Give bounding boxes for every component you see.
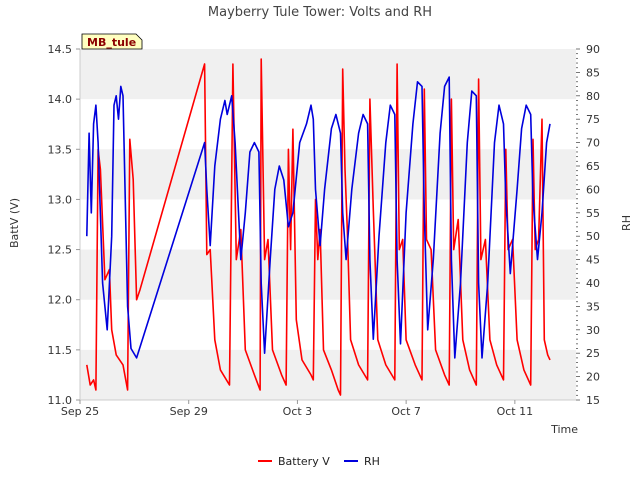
y-left-tick-label: 11.0 — [48, 394, 73, 407]
chart-title: Mayberry Tule Tower: Volts and RH — [208, 5, 432, 20]
legend-label-battery: Battery V — [278, 455, 330, 468]
y-axis-right: 15 20 25 30 35 40 45 50 55 60 65 70 75 80 85 90 — [576, 43, 600, 407]
y-left-tick-label: 12.0 — [48, 294, 73, 307]
x-tick-label: Oct 11 — [497, 405, 534, 418]
y-right-tick-label: 30 — [586, 324, 600, 337]
y-right-tick-label: 65 — [586, 160, 600, 173]
x-tick-label: Sep 29 — [170, 405, 208, 418]
y-right-tick-label: 45 — [586, 254, 600, 267]
y-right-tick-label: 15 — [586, 394, 600, 407]
y-right-tick-label: 70 — [586, 137, 600, 150]
y-right-tick-label: 85 — [586, 66, 600, 79]
grid-band — [80, 49, 576, 100]
y-axis-right-label: RH — [620, 215, 633, 231]
y-left-tick-label: 11.5 — [48, 344, 73, 357]
grid-band — [80, 249, 576, 300]
y-left-tick-label: 13.5 — [48, 143, 73, 156]
background-bands — [80, 49, 576, 400]
y-left-tick-label: 12.5 — [48, 244, 73, 257]
y-right-tick-label: 40 — [586, 277, 600, 290]
y-axis-left-label: BattV (V) — [8, 198, 21, 248]
y-right-tick-label: 50 — [586, 230, 600, 243]
y-left-tick-label: 13.0 — [48, 193, 73, 206]
plot-area — [79, 49, 576, 401]
y-right-tick-label: 55 — [586, 207, 600, 220]
y-right-tick-label: 60 — [586, 183, 600, 196]
y-left-tick-label: 14.0 — [48, 93, 73, 106]
x-axis-label: Time — [550, 423, 578, 436]
x-tick-label: Oct 3 — [283, 405, 313, 418]
x-axis: Sep 25 Sep 29 Oct 3 Oct 7 Oct 11 — [61, 400, 533, 418]
y-right-tick-label: 80 — [586, 90, 600, 103]
chart: Sep 25 Sep 29 Oct 3 Oct 7 Oct 11 11.011.512.… — [8, 5, 633, 468]
legend: Battery V RH — [258, 455, 380, 468]
y-left-tick-label: 14.5 — [48, 43, 73, 56]
site-label: MB_tule — [87, 36, 136, 49]
site-label-badge: MB_tule — [81, 33, 143, 50]
legend-label-rh: RH — [364, 455, 380, 468]
x-tick-label: Oct 7 — [391, 405, 421, 418]
y-right-tick-label: 90 — [586, 43, 600, 56]
y-right-tick-label: 75 — [586, 113, 600, 126]
y-right-tick-label: 25 — [586, 347, 600, 360]
series-lines — [86, 58, 551, 396]
y-right-tick-label: 35 — [586, 300, 600, 313]
y-axis-left: 11.0 11.5 12.0 12.5 13.0 13.5 14.0 14.5 — [48, 43, 80, 407]
y-right-tick-label: 20 — [586, 371, 600, 384]
